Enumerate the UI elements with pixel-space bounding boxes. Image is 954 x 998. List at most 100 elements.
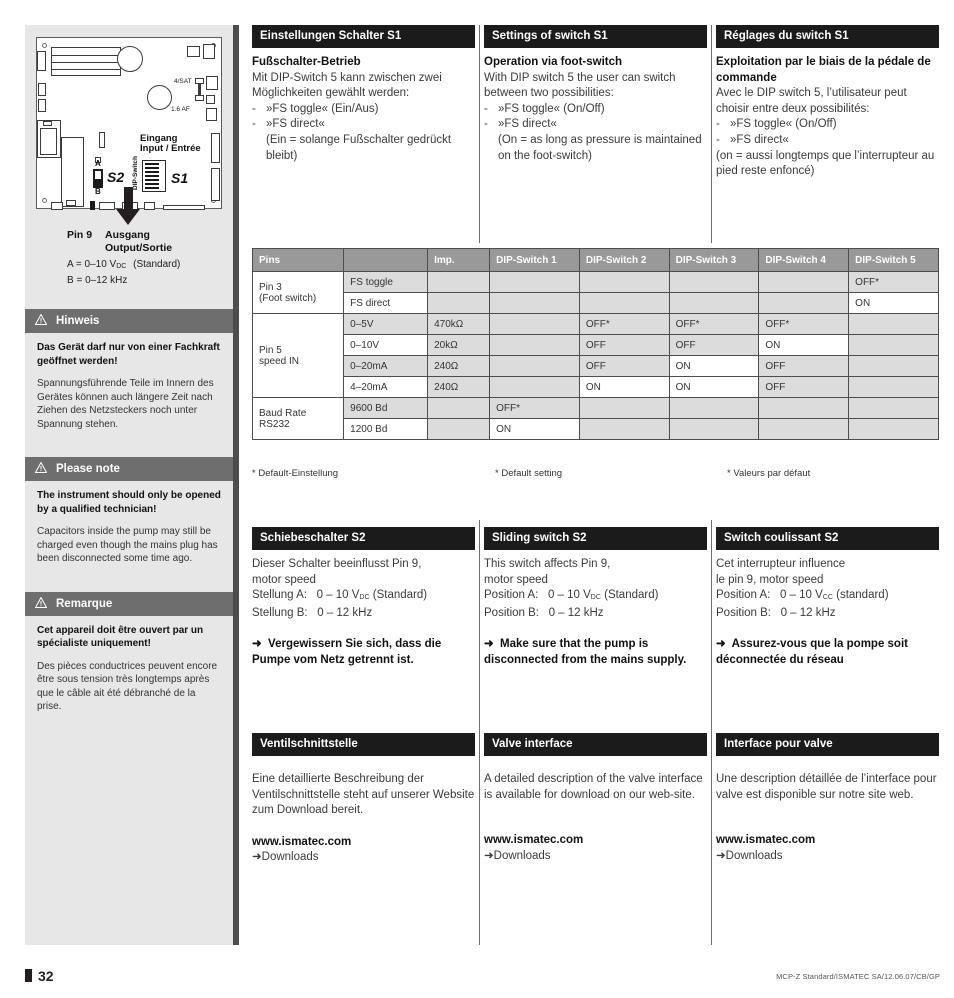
s1-bullet-de-1: - »FS direct« (252, 118, 325, 131)
s2-header-en: Sliding switch S2 (484, 527, 707, 550)
valve-header-en: Valve interface (484, 733, 707, 756)
connector-rib (52, 55, 120, 56)
cell-dip1 (489, 271, 580, 293)
table-group-label: Pin 3 (Foot switch) (251, 271, 345, 314)
cell-mode: 0–5V (343, 313, 429, 335)
fuse-top-label: 4/SAT (174, 78, 192, 85)
s1-bullet-fr-1: - »FS direct« (716, 133, 789, 146)
cell-impedance: 240Ω (427, 376, 491, 398)
valve-text-en: A detailed description of the valve inte… (484, 773, 703, 801)
column-german: Einstellungen Schalter S1 Fußschalter-Be… (252, 25, 475, 164)
s1-header-en: Settings of switch S1 (484, 25, 707, 48)
cell-mode: 1200 Bd (343, 418, 429, 440)
table-footnote-de: * Default-Einstellung (252, 468, 339, 479)
s2-position-a-label: A (95, 159, 101, 168)
s2-line2-en: motor speed (484, 573, 548, 586)
cell-impedance (427, 397, 491, 419)
notice-text: Des pièces conductrices peuvent encore ê… (37, 660, 218, 713)
valve-link-fr[interactable]: ➜Downloads (716, 849, 939, 865)
cell-impedance (427, 292, 491, 314)
table-group-label: Pin 5 speed IN (251, 313, 345, 398)
dip-switch-table: Pins Imp. DIP-Switch 1 DIP-Switch 2 DIP-… (251, 248, 939, 440)
s2-posa-fr: Position A: 0 – 10 VCC (standard) (716, 589, 889, 602)
cell-mode: 0–10V (343, 334, 429, 356)
edge-component-icon (38, 99, 46, 112)
cell-dip5 (848, 376, 939, 398)
table-row: 0–20mA 240Ω OFF ON OFF (253, 355, 939, 377)
cell-dip2: ON (578, 376, 670, 398)
valve-link-en[interactable]: ➜Downloads (484, 849, 707, 865)
pin9-arrow-head (116, 209, 140, 225)
cell-dip3 (668, 271, 760, 293)
cell-dip4 (758, 418, 850, 440)
s2-posa-de: Stellung A: 0 – 10 VDC (Standard) (252, 589, 428, 602)
s1-note-de: (Ein = solange Fußschalter gedrückt blei… (266, 133, 452, 162)
s1-note-en: (On = as long as pressure is maintained … (498, 133, 702, 162)
cell-dip5: OFF* (848, 271, 939, 293)
valve-header-fr: Interface pour valve (716, 733, 939, 756)
cell-dip4 (758, 292, 850, 314)
cell-mode: FS direct (343, 292, 429, 314)
cell-impedance: 20kΩ (427, 334, 491, 356)
valve-url-fr: www.ismatec.com (716, 834, 816, 847)
cell-dip1 (489, 292, 580, 314)
s1-bullet-en-1: - »FS direct« (484, 118, 557, 131)
s2-posb-fr: Position B: 0 – 12 kHz (716, 606, 836, 619)
s2-body-fr: Cet interrupteur influence le pin 9, mot… (716, 550, 939, 669)
cell-dip2 (578, 397, 670, 419)
caption-a-note: (Standard) (133, 259, 181, 270)
pcb-outline: 4/SAT 1.6 AF A B S2 DIP-Switch Eingang I… (36, 37, 222, 210)
column-divider (711, 520, 712, 945)
sidebar: 4/SAT 1.6 AF A B S2 DIP-Switch Eingang I… (25, 25, 233, 945)
cell-dip3: ON (668, 376, 760, 398)
s1-bullet-en-0: - »FS toggle« (On/Off) (484, 102, 605, 115)
notice-bar-hinweis: Hinweis (25, 309, 233, 333)
caption-b-eq: = 0–12 kHz (76, 274, 128, 286)
th-dip3: DIP-Switch 3 (668, 248, 760, 272)
bottom-connector-icon (99, 202, 115, 210)
valve-body-de: Eine detaillierte Beschreibung der Venti… (252, 756, 475, 866)
cell-dip5 (848, 334, 939, 356)
s1-header-fr: Réglages du switch S1 (716, 25, 939, 48)
connector-rib (52, 69, 120, 70)
s1-note-fr: (on = aussi longtemps que l’interrupteur… (716, 149, 935, 178)
cell-dip2: OFF (578, 355, 670, 377)
cell-dip2 (578, 271, 670, 293)
notice-please-note: Please note The instrument should only b… (25, 457, 233, 570)
notice-bar-remarque: Remarque (25, 591, 233, 616)
s2-warning-en: ➜ Make sure that the pump is disconnecte… (484, 638, 687, 666)
th-dip1: DIP-Switch 1 (489, 248, 580, 272)
table-row: 1200 Bd ON (253, 418, 939, 440)
s2-label: S2 (107, 169, 125, 185)
valve-body-fr: Une description détaillée de l’interface… (716, 756, 939, 864)
sidebar-divider (233, 25, 239, 945)
resistor-icon (99, 132, 105, 148)
document-source: MCP-Z Standard/ISMATEC SA/12.06.07/CB/GP (776, 972, 940, 981)
relay-tab-icon (43, 121, 52, 126)
smd-component-icon (187, 46, 200, 57)
valve-link-de[interactable]: ➜Downloads (252, 850, 475, 866)
capacitor-icon (147, 85, 172, 110)
page: 4/SAT 1.6 AF A B S2 DIP-Switch Eingang I… (0, 0, 954, 998)
table-group-label: Baud Rate RS232 (251, 397, 345, 440)
cell-dip5: ON (848, 292, 939, 314)
notice-bar-please-note: Please note (25, 457, 233, 481)
valve-block-english: Valve interface A detailed description o… (484, 733, 707, 864)
input-label-line2: Input / Entrée (140, 143, 201, 154)
mount-hole-icon (42, 43, 47, 48)
smd-component-icon (206, 108, 217, 121)
valve-url-de: www.ismatec.com (252, 835, 352, 848)
cell-dip4 (758, 271, 850, 293)
caption-a-eq: = 0–10 V (75, 259, 117, 270)
cell-impedance (427, 271, 491, 293)
cell-dip5 (848, 418, 939, 440)
cell-impedance: 240Ω (427, 355, 491, 377)
cell-dip5 (848, 397, 939, 419)
cell-dip4: OFF (758, 355, 850, 377)
cell-dip3 (668, 397, 760, 419)
edge-component-icon (37, 51, 46, 71)
s2-block-english: Sliding switch S2 This switch affects Pi… (484, 527, 707, 669)
s2-posb-de: Stellung B: 0 – 12 kHz (252, 606, 373, 619)
fuse-body-icon (198, 84, 201, 95)
bottom-connector-icon (51, 202, 63, 210)
